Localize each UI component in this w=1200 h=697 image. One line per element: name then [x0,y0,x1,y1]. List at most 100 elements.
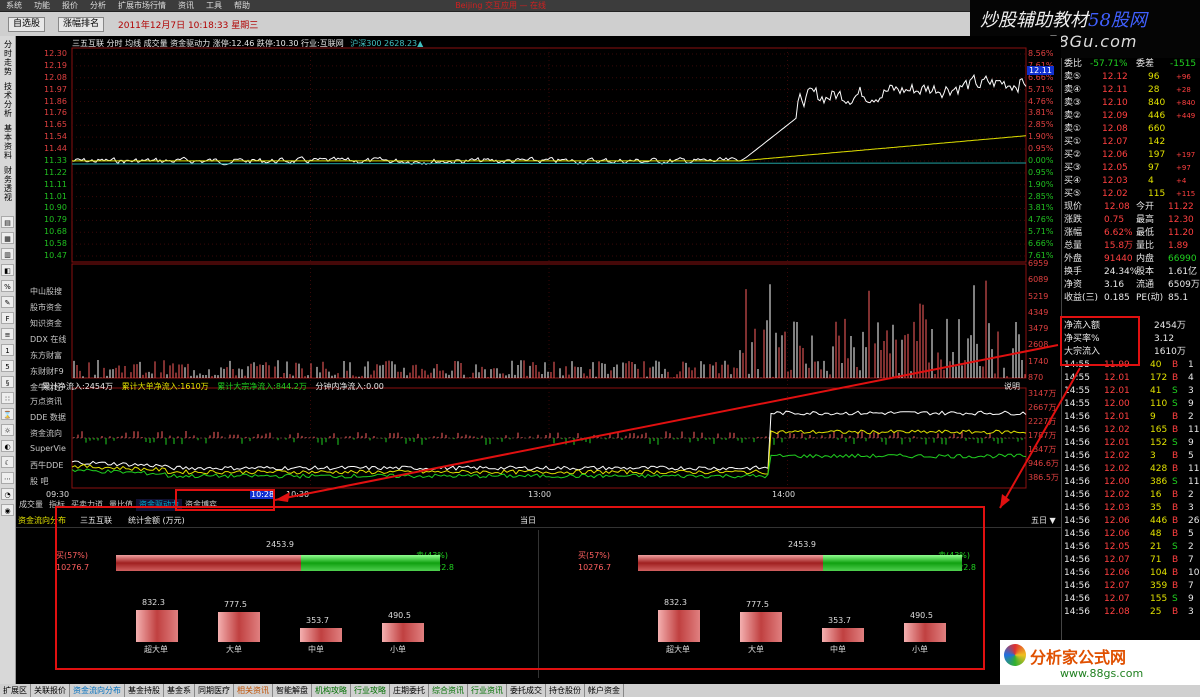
tab-volume[interactable]: 成交量 [16,499,46,511]
status-item[interactable]: 智能解盘 [273,684,312,697]
status-item[interactable]: 机构攻略 [312,684,351,697]
period-multi-icon[interactable]: ⋯ [1,472,14,484]
tab-watchlist[interactable]: 自选股 [8,17,46,32]
left-tab-fundamental[interactable]: 基本资料 [2,124,14,160]
flow-side-link[interactable]: 股 吧 [30,476,49,487]
volume-side-link[interactable]: 股市资金 [30,302,62,313]
flow-side-link[interactable]: 西牛DDE [30,460,63,471]
status-item[interactable]: 持仓股份 [546,684,585,697]
volume-side-link[interactable]: 东财财F9 [30,366,64,377]
status-item[interactable]: 资金流向分布 [70,684,125,697]
status-item[interactable]: 相关资讯 [234,684,273,697]
tick-time: 14:56 [1064,529,1090,539]
status-item[interactable]: 行业攻略 [351,684,390,697]
menu-function[interactable]: 功能 [28,0,56,12]
quote-label: 现价 [1064,202,1083,212]
flow-side-link[interactable]: DDE 数据 [30,412,66,423]
period-month-icon[interactable]: ☾ [1,456,14,468]
f10-icon[interactable]: F [1,312,14,324]
tick-price: 12.02 [1104,490,1130,500]
flow-side-link[interactable]: 万点资讯 [30,396,62,407]
period-week-icon[interactable]: ◐ [1,440,14,452]
tick-count: 11 [1188,464,1200,474]
tick-count: 2 [1188,412,1194,422]
flow-side-link[interactable]: SuperVie [30,444,66,453]
status-item[interactable]: 同期医疗 [195,684,234,697]
buy-row: 买④ 12.03 4 +4 [1062,175,1200,188]
menu-analysis[interactable]: 分析 [84,0,112,12]
pen-icon[interactable]: ✎ [1,296,14,308]
left-tab-financial[interactable]: 财务透视 [2,166,14,202]
tick-side: B [1172,490,1179,500]
quote-label: 最低 [1136,228,1155,238]
time-tick: 14:00 [772,490,796,499]
tick-side: B [1172,529,1179,539]
left-tab-intraday[interactable]: 分时走势 [2,40,14,76]
period-1-icon[interactable]: 1 [1,344,14,356]
menu-tools[interactable]: 工具 [200,0,228,12]
flow-side-link[interactable]: 资金流向 [30,428,62,439]
tick-price: 12.01 [1104,373,1130,383]
status-item[interactable]: 基金系 [164,684,195,697]
ad-banner[interactable]: 分析家公式网 www.88gs.com [1000,640,1200,685]
period-30-icon[interactable]: ∷ [1,392,14,404]
quote-value: 11.20 [1168,228,1194,238]
flow-tick: 3147万 [1028,389,1057,398]
tick-row: 14:56 12.00 386 S 11 [1062,476,1200,489]
tick-volume: 155 [1150,594,1168,604]
period-5-icon[interactable]: 5 [1,360,14,372]
intraday-chart[interactable]: 三五互联 分时 均线 成交量 资金驱动力 涨停:12.46 跌停:10.30 行… [16,36,1061,508]
quote-row: 净资 3.16 流通 6509万 [1062,279,1200,292]
left-tab-technical[interactable]: 技术分析 [2,82,14,118]
menu-system[interactable]: 系统 [0,0,28,12]
tick-volume: 48 [1150,529,1162,539]
period-year-icon[interactable]: ◉ [1,504,14,516]
five-day-select[interactable]: 五日 ▼ [1031,515,1056,526]
menu-help[interactable]: 帮助 [228,0,256,12]
status-item[interactable]: 行业资讯 [468,684,507,697]
tick-side: S [1172,399,1178,409]
price-tick: 11.33 [44,155,67,165]
volume-side-link[interactable]: 知识资金 [30,318,62,329]
period-day-icon[interactable]: ☼ [1,424,14,436]
menu-news[interactable]: 资讯 [172,0,200,12]
volume-side-link[interactable]: 东方财富 [30,350,62,361]
menu-ext-market[interactable]: 扩展市场行情 [112,0,172,12]
flow-value: 3.12 [1154,334,1175,344]
list-icon[interactable]: ≡ [1,328,14,340]
period-quarter-icon[interactable]: ◔ [1,488,14,500]
help-link[interactable]: 说明 [1004,381,1020,392]
tick-time: 14:56 [1064,451,1090,461]
pct-tick: 3.81% [1028,108,1054,118]
tick-row: 14:56 12.06 104 B 10 [1062,567,1200,580]
tab-gainers[interactable]: 涨幅排名 [58,17,105,32]
tick-count: 7 [1188,581,1194,591]
tool-icon-3[interactable]: ▥ [1,248,14,260]
tick-row: 14:56 12.07 359 B 7 [1062,580,1200,593]
pct-tick: 2.85% [1028,191,1054,201]
tool-icon-2[interactable]: ▦ [1,232,14,244]
flow-tick: 2667万 [1028,403,1057,412]
tick-row: 14:56 12.06 446 B 26 [1062,515,1200,528]
volume-side-link[interactable]: 中山股搜 [30,286,62,297]
status-item[interactable]: 庄期委托 [390,684,429,697]
price-tick: 11.11 [44,179,67,189]
buy-row: 买③ 12.05 97 +97 [1062,162,1200,175]
chart-svg [71,47,1027,489]
period-60-icon[interactable]: ⌛ [1,408,14,420]
status-item[interactable]: 综合资讯 [429,684,468,697]
status-item[interactable]: 帐户资金 [585,684,624,697]
menu-quote[interactable]: 报价 [56,0,84,12]
period-15-icon[interactable]: § [1,376,14,388]
status-item[interactable]: 扩展区 [0,684,31,697]
status-item[interactable]: 基金持股 [125,684,164,697]
tool-icon-4[interactable]: ◧ [1,264,14,276]
status-item[interactable]: 委托成交 [507,684,546,697]
tool-icon-1[interactable]: ▤ [1,216,14,228]
percent-icon[interactable]: % [1,280,14,292]
status-item[interactable]: 关联报价 [31,684,70,697]
quote-row: 收益(三) 0.185 PE(动) 85.1 [1062,292,1200,305]
tick-row: 14:56 12.02 16 B 2 [1062,489,1200,502]
volume-side-link[interactable]: DDX 在线 [30,334,66,345]
pct-tick: 0.95% [1028,167,1054,177]
